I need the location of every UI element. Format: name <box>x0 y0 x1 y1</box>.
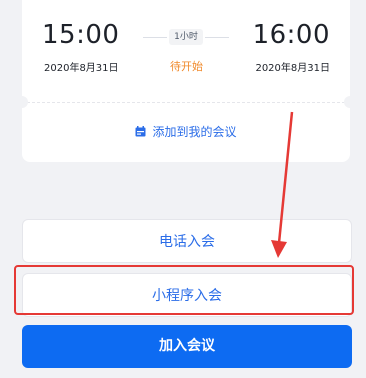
red-arrow-annotation <box>271 111 294 258</box>
